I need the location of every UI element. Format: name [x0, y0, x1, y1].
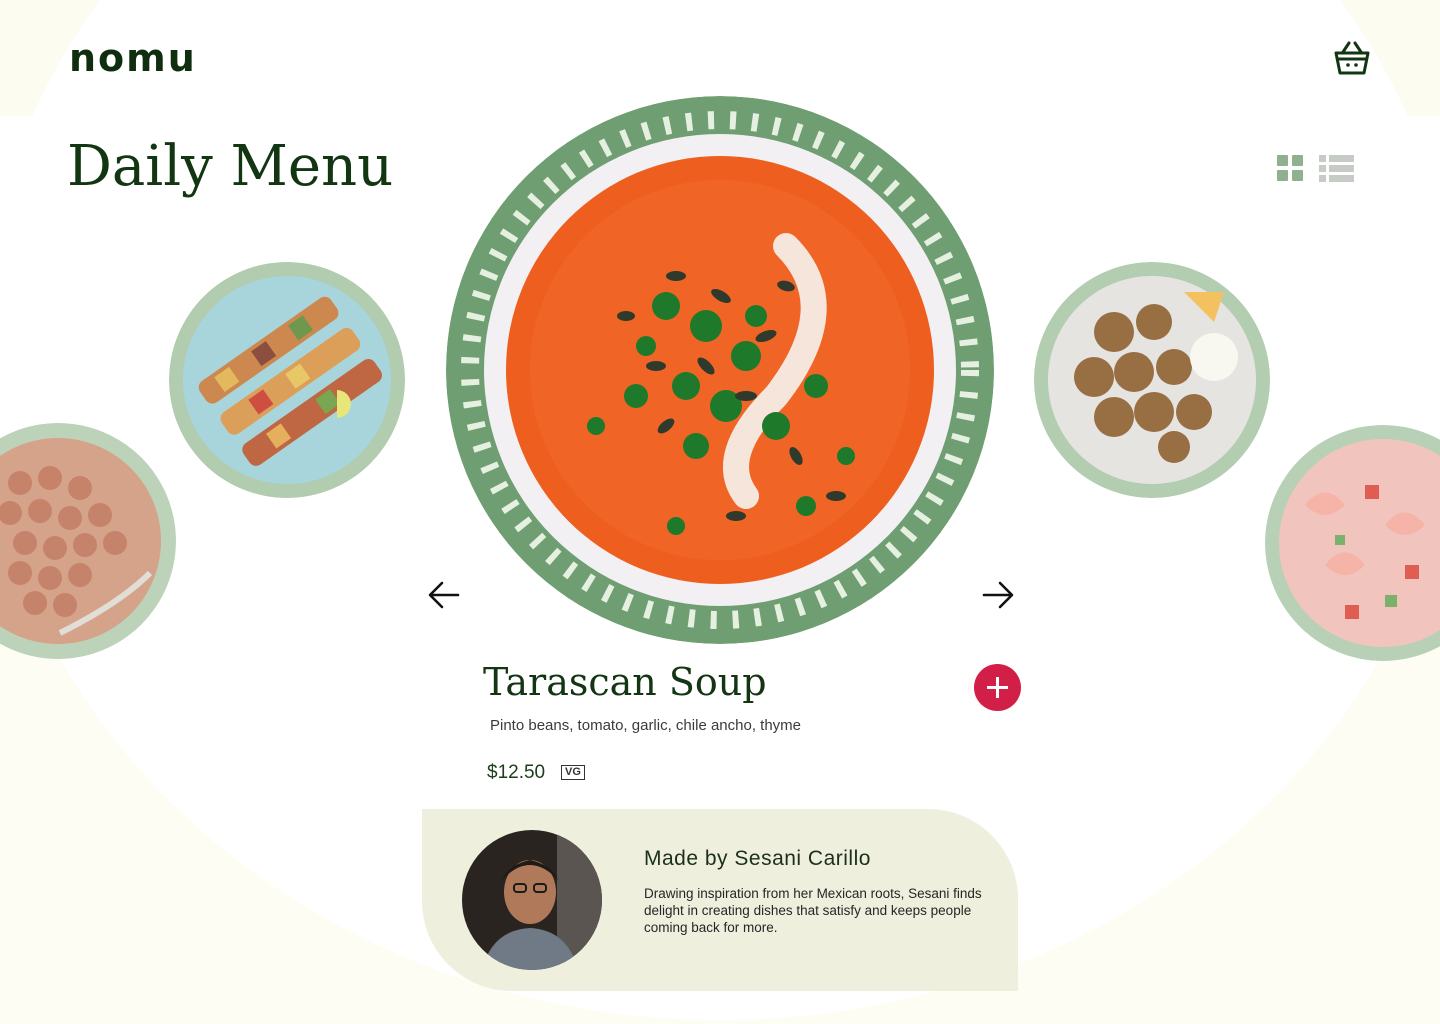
vegan-tag: VG [561, 765, 585, 780]
dish-thumb-fritters[interactable] [1034, 262, 1270, 498]
grid-view-icon[interactable] [1277, 155, 1304, 182]
dish-name: Tarascan Soup [483, 660, 767, 704]
logo[interactable]: nomu [69, 36, 197, 80]
basket-icon[interactable] [1333, 40, 1371, 76]
arrow-left-icon[interactable] [426, 577, 462, 613]
chef-title: Made by Sesani Carillo [644, 847, 871, 870]
dish-thumb-kebabs[interactable] [169, 262, 405, 498]
dish-hero-image [446, 96, 994, 644]
chef-bio: Drawing inspiration from her Mexican roo… [644, 886, 982, 935]
list-view-icon[interactable] [1319, 155, 1354, 182]
dish-ingredients: Pinto beans, tomato, garlic, chile ancho… [490, 717, 802, 734]
page-title: Daily Menu [67, 134, 394, 199]
chef-card: Made by Sesani Carillo Drawing inspirati… [422, 809, 1018, 991]
chef-avatar [462, 830, 602, 970]
arrow-right-icon[interactable] [980, 577, 1016, 613]
add-to-cart-button[interactable] [974, 664, 1021, 711]
dish-price: $12.50 [487, 762, 546, 783]
